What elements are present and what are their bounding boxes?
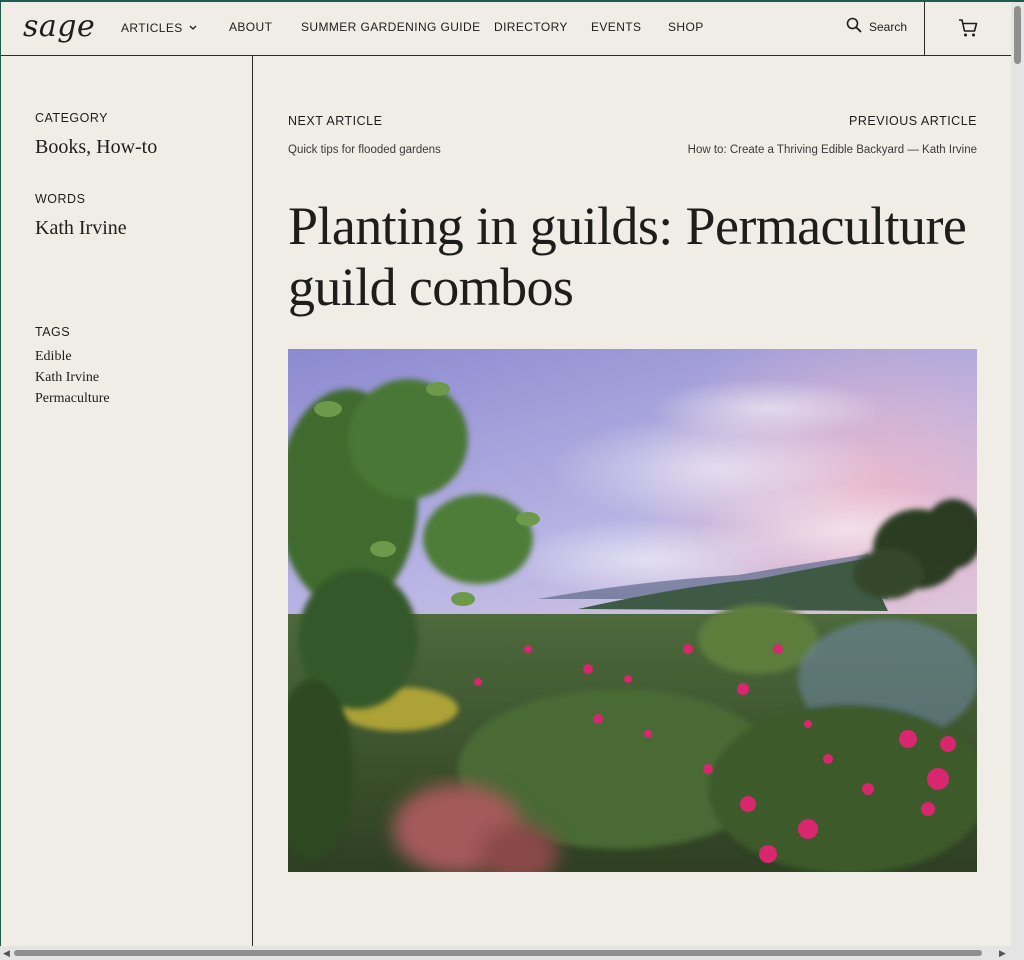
words-label: WORDS <box>35 192 86 206</box>
vertical-scrollbar-thumb[interactable] <box>1014 6 1021 64</box>
nav-item-label: SUMMER GARDENING GUIDE <box>301 20 481 34</box>
nav-item-directory[interactable]: DIRECTORY <box>494 20 568 34</box>
page: sage ARTICLES ABOUT SUMMER GARDENING GUI… <box>1 2 1011 946</box>
nav-item-label: DIRECTORY <box>494 20 568 34</box>
previous-article-label[interactable]: PREVIOUS ARTICLE <box>849 114 977 128</box>
next-article-link[interactable]: Quick tips for flooded gardens <box>288 144 441 156</box>
vertical-scrollbar[interactable] <box>1011 2 1024 946</box>
category-value[interactable]: Books, How-to <box>35 136 157 159</box>
search-icon <box>846 17 862 36</box>
horizontal-scrollbar[interactable]: ◀ ▶ <box>0 946 1024 960</box>
article-title: Planting in guilds: Permaculture guild c… <box>288 196 967 317</box>
previous-article-link[interactable]: How to: Create a Thriving Edible Backyar… <box>688 144 977 156</box>
nav-item-label: ARTICLES <box>121 21 183 35</box>
search-label: Search <box>869 19 908 34</box>
article-main: NEXT ARTICLE Quick tips for flooded gard… <box>253 56 1011 946</box>
tag-link[interactable]: Edible <box>35 349 72 365</box>
nav-item-events[interactable]: EVENTS <box>591 20 641 34</box>
next-article-label[interactable]: NEXT ARTICLE <box>288 114 382 128</box>
author-name[interactable]: Kath Irvine <box>35 217 127 240</box>
nav-item-shop[interactable]: SHOP <box>668 20 704 34</box>
hero-image <box>288 349 977 872</box>
nav-item-summer-gardening-guide[interactable]: SUMMER GARDENING GUIDE <box>301 20 480 34</box>
nav-item-about[interactable]: ABOUT <box>229 20 272 34</box>
tag-link[interactable]: Permaculture <box>35 391 110 407</box>
category-label: CATEGORY <box>35 111 108 125</box>
article-sidebar: CATEGORY Books, How-to WORDS Kath Irvine… <box>1 56 253 946</box>
tags-label: TAGS <box>35 325 71 339</box>
scroll-left-arrow-icon[interactable]: ◀ <box>3 948 10 958</box>
site-header: sage ARTICLES ABOUT SUMMER GARDENING GUI… <box>1 2 1011 56</box>
nav-item-label: EVENTS <box>591 20 642 34</box>
scroll-right-arrow-icon[interactable]: ▶ <box>999 948 1006 958</box>
site-logo[interactable]: sage <box>23 9 95 44</box>
horizontal-scrollbar-thumb[interactable] <box>14 950 982 956</box>
nav-item-label: SHOP <box>668 20 704 34</box>
tag-link[interactable]: Kath Irvine <box>35 370 99 386</box>
nav-item-label: ABOUT <box>229 20 273 34</box>
nav-item-articles[interactable]: ARTICLES <box>121 20 197 35</box>
chevron-down-icon <box>189 20 197 34</box>
search-button[interactable]: Search <box>846 17 907 36</box>
cart-button[interactable] <box>924 2 1011 55</box>
